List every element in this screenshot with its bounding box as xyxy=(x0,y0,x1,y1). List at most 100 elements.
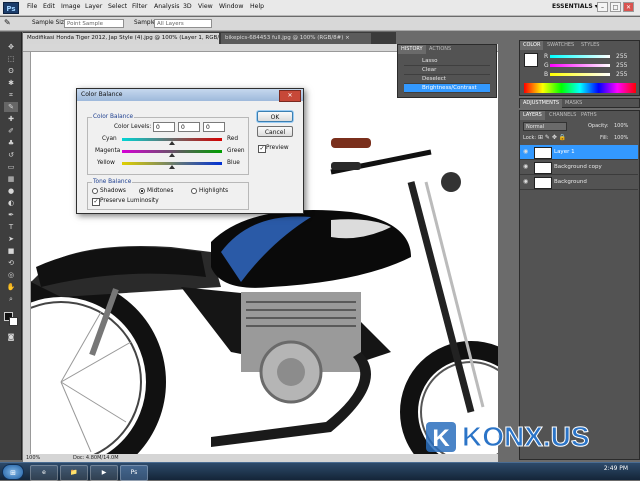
healing-tool-icon[interactable]: ✚ xyxy=(4,114,18,124)
blend-mode-select[interactable]: Normal xyxy=(523,122,567,131)
history-item[interactable]: Clear xyxy=(404,66,490,75)
quick-select-tool-icon[interactable]: ✱ xyxy=(4,78,18,88)
menu-3d[interactable]: 3D xyxy=(183,3,192,10)
pen-tool-icon[interactable]: ✒ xyxy=(4,210,18,220)
quick-mask-icon[interactable]: ◙ xyxy=(4,332,18,342)
slider-knob[interactable] xyxy=(169,165,175,169)
menu-help[interactable]: Help xyxy=(250,3,264,10)
lock-icon[interactable]: ⊞ ✎ ✥ 🔒 xyxy=(538,134,566,141)
gradient-tool-icon[interactable]: ▦ xyxy=(4,174,18,184)
tab-adjustments[interactable]: ADJUSTMENTS xyxy=(520,99,563,108)
eye-icon[interactable]: ◉ xyxy=(523,148,531,156)
close-button[interactable]: ✕ xyxy=(623,2,634,12)
fill-value[interactable]: 100% xyxy=(614,135,628,141)
slider-left-label: Yellow xyxy=(97,160,115,166)
history-item[interactable]: Lasso xyxy=(404,57,490,66)
background-color-swatch[interactable] xyxy=(9,317,18,326)
cancel-button[interactable]: Cancel xyxy=(257,126,293,137)
eraser-tool-icon[interactable]: ▭ xyxy=(4,162,18,172)
tab-document-active[interactable]: Modifikasi Honda Tiger 2012, Jap Style (… xyxy=(23,33,219,44)
path-select-tool-icon[interactable]: ➤ xyxy=(4,234,18,244)
clone-stamp-tool-icon[interactable]: ♣ xyxy=(4,138,18,148)
green-slider[interactable] xyxy=(550,64,610,67)
tab-document-2[interactable]: bikepics-684453 full.jpg @ 100% (RGB/8#)… xyxy=(221,33,371,44)
dodge-tool-icon[interactable]: ◐ xyxy=(4,198,18,208)
zoom-tool-icon[interactable]: ⌕ xyxy=(4,294,18,304)
zoom-level[interactable]: 100% xyxy=(26,455,40,461)
menu-layer[interactable]: Layer xyxy=(85,3,102,10)
menu-file[interactable]: File xyxy=(27,3,37,10)
lasso-tool-icon[interactable]: ʘ xyxy=(4,66,18,76)
menu-image[interactable]: Image xyxy=(61,3,80,10)
channel-value[interactable]: 255 xyxy=(616,53,627,60)
layer-row[interactable]: ◉ Layer 1 xyxy=(520,145,638,160)
ok-button[interactable]: OK xyxy=(257,111,293,122)
layer-row[interactable]: ◉ Background xyxy=(520,175,638,190)
level-field-3[interactable]: 0 xyxy=(203,122,225,132)
slider-knob[interactable] xyxy=(169,141,175,145)
minimize-button[interactable]: – xyxy=(597,2,608,12)
history-brush-tool-icon[interactable]: ↺ xyxy=(4,150,18,160)
marquee-tool-icon[interactable]: ⬚ xyxy=(4,54,18,64)
menu-edit[interactable]: Edit xyxy=(43,3,55,10)
tab-masks[interactable]: MASKS xyxy=(562,99,585,108)
tab-swatches[interactable]: SWATCHES xyxy=(544,41,577,50)
history-item[interactable]: Deselect xyxy=(404,75,490,84)
taskbar-folder-icon[interactable]: 📁 xyxy=(60,465,88,481)
taskbar-photoshop-icon[interactable]: Ps xyxy=(120,465,148,481)
brush-tool-icon[interactable]: ✐ xyxy=(4,126,18,136)
tab-channels[interactable]: CHANNELS xyxy=(546,111,579,120)
slider-knob[interactable] xyxy=(169,153,175,157)
tab-color[interactable]: COLOR xyxy=(520,41,544,50)
tools-panel: ✥ ⬚ ʘ ✱ ⌗ ✎ ✚ ✐ ♣ ↺ ▭ ▦ ● ◐ ✒ T ➤ ■ ⟲ ◎ … xyxy=(0,32,22,460)
layer-row[interactable]: ◉ Background copy xyxy=(520,160,638,175)
start-button[interactable]: ⊞ xyxy=(2,464,24,480)
menu-filter[interactable]: Filter xyxy=(132,3,147,10)
opacity-value[interactable]: 100% xyxy=(614,123,628,129)
blur-tool-icon[interactable]: ● xyxy=(4,186,18,196)
red-slider[interactable] xyxy=(550,55,610,58)
menu-select[interactable]: Select xyxy=(108,3,127,10)
dialog-title[interactable]: Color Balance xyxy=(77,89,303,101)
color-spectrum[interactable] xyxy=(524,83,636,93)
clock[interactable]: 2:49 PM xyxy=(598,465,634,479)
dialog-close-button[interactable]: ✕ xyxy=(279,90,301,102)
3d-rotate-tool-icon[interactable]: ⟲ xyxy=(4,258,18,268)
level-field-1[interactable]: 0 xyxy=(153,122,175,132)
type-tool-icon[interactable]: T xyxy=(4,222,18,232)
eyedropper-tool-icon[interactable]: ✎ xyxy=(4,102,18,112)
menu-window[interactable]: Window xyxy=(219,3,243,10)
foreground-color-preview[interactable] xyxy=(524,53,538,67)
preview-checkbox[interactable]: ✓ xyxy=(258,145,266,153)
hand-tool-icon[interactable]: ✋ xyxy=(4,282,18,292)
taskbar-ie-icon[interactable]: e xyxy=(30,465,58,481)
tab-actions[interactable]: ACTIONS xyxy=(426,45,454,54)
taskbar-media-icon[interactable]: ▶ xyxy=(90,465,118,481)
tab-layers[interactable]: LAYERS xyxy=(520,111,545,120)
3d-orbit-tool-icon[interactable]: ◎ xyxy=(4,270,18,280)
channel-value[interactable]: 255 xyxy=(616,71,627,78)
eye-icon[interactable]: ◉ xyxy=(523,178,531,186)
sample-select[interactable]: All Layers xyxy=(154,19,212,28)
move-tool-icon[interactable]: ✥ xyxy=(4,42,18,52)
crop-tool-icon[interactable]: ⌗ xyxy=(4,90,18,100)
eyedropper-icon[interactable]: ✎ xyxy=(4,18,11,27)
tab-history[interactable]: HISTORY xyxy=(398,45,426,54)
radio-highlights[interactable] xyxy=(191,188,197,194)
workspace-switcher[interactable]: ESSENTIALS ▾ xyxy=(552,3,598,10)
history-item-selected[interactable]: Brightness/Contrast xyxy=(404,84,490,93)
tab-styles[interactable]: STYLES xyxy=(578,41,602,50)
radio-shadows[interactable] xyxy=(92,188,98,194)
maximize-button[interactable]: □ xyxy=(610,2,621,12)
menu-analysis[interactable]: Analysis xyxy=(154,3,180,10)
shape-tool-icon[interactable]: ■ xyxy=(4,246,18,256)
preserve-luminosity-checkbox[interactable]: ✓ xyxy=(92,198,100,206)
blue-slider[interactable] xyxy=(550,73,610,76)
eye-icon[interactable]: ◉ xyxy=(523,163,531,171)
level-field-2[interactable]: 0 xyxy=(178,122,200,132)
sample-size-select[interactable]: Point Sample xyxy=(64,19,124,28)
channel-value[interactable]: 255 xyxy=(616,62,627,69)
radio-midtones[interactable] xyxy=(139,188,145,194)
tab-paths[interactable]: PATHS xyxy=(578,111,600,120)
menu-view[interactable]: View xyxy=(198,3,213,10)
